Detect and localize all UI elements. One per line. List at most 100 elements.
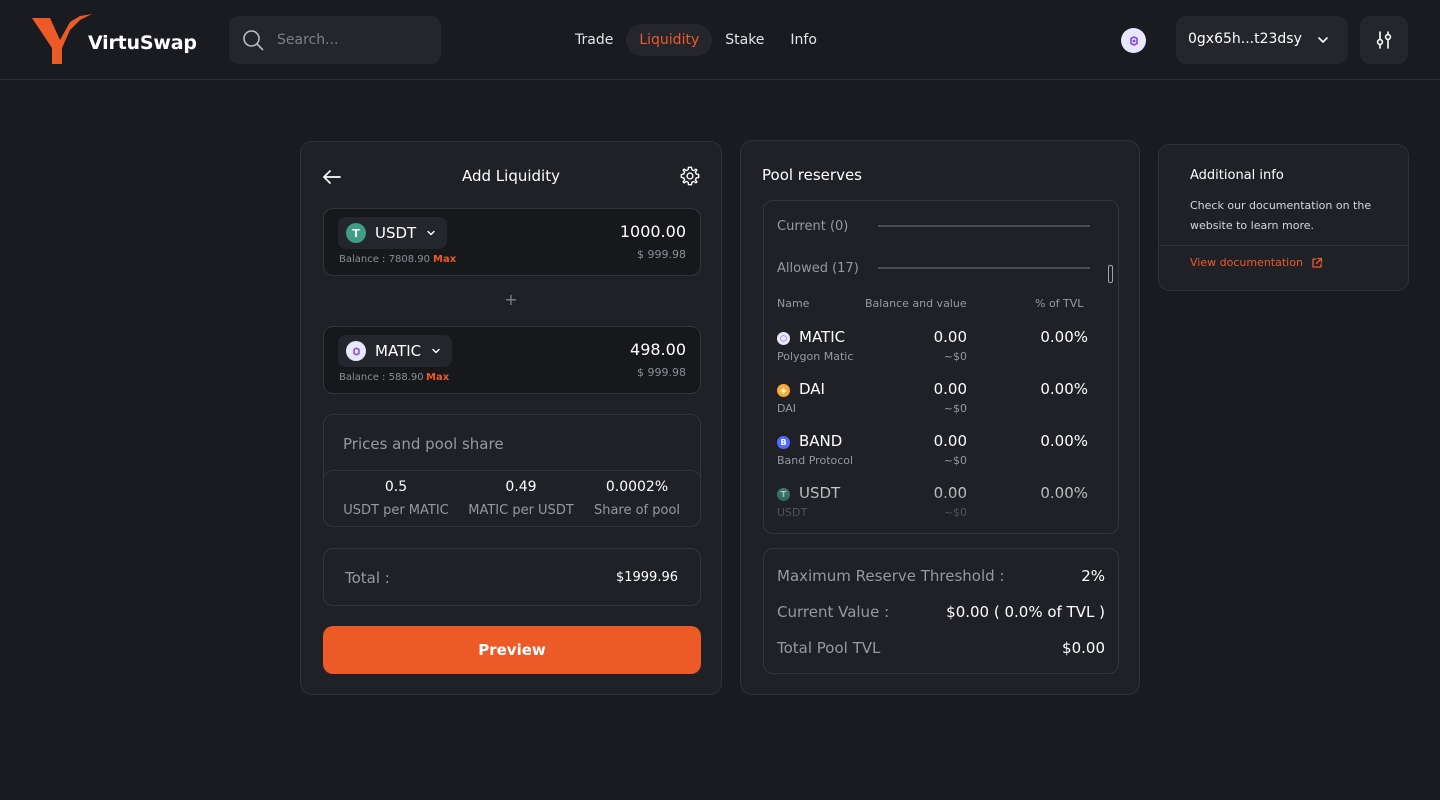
current-value: $0.00 ( 0.0% of TVL ) xyxy=(946,603,1105,621)
price-value: 0.5 xyxy=(384,479,408,495)
table-row[interactable]: T USDT USDT 0.00 ~$0 0.00% xyxy=(777,481,1107,533)
add-liquidity-title: Add Liquidity xyxy=(462,167,560,185)
token-symbol: BAND xyxy=(799,432,843,450)
total-box: Total : $1999.96 xyxy=(323,548,701,606)
price-value: 0.0002% xyxy=(605,479,669,495)
token-a-usd-value: $ 999.98 xyxy=(637,248,686,261)
price-share-of-pool: 0.0002% Share of pool xyxy=(574,479,700,518)
tvl-label: Total Pool TVL xyxy=(777,639,881,657)
token-b-balance: Balance : 588.90 xyxy=(339,372,424,383)
token-a-symbol: USDT xyxy=(375,224,417,242)
token-b-amount[interactable]: 498.00 xyxy=(630,340,686,359)
wallet-button[interactable]: 0gx65h...t23dsy xyxy=(1176,16,1348,64)
nav-info[interactable]: Info xyxy=(777,24,830,56)
token-symbol: MATIC xyxy=(799,328,846,346)
price-value: 0.49 xyxy=(505,479,537,495)
prices-title: Prices and pool share xyxy=(343,435,504,453)
token-symbol: DAI xyxy=(799,380,825,398)
threshold-label: Maximum Reserve Threshold : xyxy=(777,567,1005,585)
token-b-max-button[interactable]: Max xyxy=(426,372,449,383)
polygon-icon[interactable] xyxy=(1121,28,1146,53)
token-balance: 0.00 xyxy=(933,484,967,502)
token-a-balance: Balance : 7808.90 xyxy=(339,254,430,265)
additional-info-card: Additional info Check our documentation … xyxy=(1158,144,1409,291)
current-value-label: Current Value : xyxy=(777,603,890,621)
chevron-down-icon xyxy=(432,348,440,354)
token-name: Band Protocol xyxy=(777,454,854,467)
band-icon: B xyxy=(777,436,790,449)
token-b-symbol: MATIC xyxy=(375,342,422,360)
scrollbar-thumb[interactable] xyxy=(1108,265,1113,283)
price-usdt-per-matic: 0.5 USDT per MATIC xyxy=(333,479,459,518)
total-label: Total : xyxy=(345,569,390,587)
token-tvl-percent: 0.00% xyxy=(1040,328,1088,346)
prices-and-pool-share: Prices and pool share 0.5 USDT per MATIC… xyxy=(323,414,701,527)
token-tvl-percent: 0.00% xyxy=(1040,432,1088,450)
polygon-network-icon xyxy=(1129,35,1138,46)
nav-liquidity[interactable]: Liquidity xyxy=(626,24,713,56)
nav-trade[interactable]: Trade xyxy=(562,24,626,56)
token-tvl-percent: 0.00% xyxy=(1040,380,1088,398)
chevron-down-icon xyxy=(1318,37,1328,43)
prices-values: 0.5 USDT per MATIC 0.49 MATIC per USDT 0… xyxy=(323,470,701,527)
allowed-bar xyxy=(878,267,1090,269)
table-row[interactable]: ◈ DAI DAI 0.00 ~$0 0.00% xyxy=(777,377,1107,429)
usdt-icon: T xyxy=(777,488,790,501)
pool-reserves-card: Pool reserves Current (0) Allowed (17) N… xyxy=(740,140,1140,695)
token-symbol: USDT xyxy=(799,484,841,502)
global-settings-button[interactable] xyxy=(1360,16,1408,64)
chevron-down-icon xyxy=(427,230,435,236)
token-b-input-box: MATIC Balance : 588.90 Max 498.00 $ 999.… xyxy=(323,326,701,394)
token-a-amount[interactable]: 1000.00 xyxy=(620,222,686,241)
current-count: Current (0) xyxy=(777,219,849,234)
nav-stake[interactable]: Stake xyxy=(712,24,777,56)
column-percent-of-tvl: % of TVL xyxy=(1035,297,1084,310)
token-b-select[interactable]: MATIC xyxy=(338,335,453,367)
plus-separator: + xyxy=(504,290,518,309)
matic-icon xyxy=(346,341,366,361)
search-icon xyxy=(243,30,264,51)
main-nav: Trade Liquidity Stake Info xyxy=(562,24,830,56)
column-balance-and-value: Balance and value xyxy=(865,297,967,310)
view-documentation-link[interactable]: View documentation xyxy=(1190,256,1323,269)
token-value: ~$0 xyxy=(943,350,967,363)
token-name: USDT xyxy=(777,506,808,519)
table-row[interactable]: ⬡ MATIC Polygon Matic 0.00 ~$0 0.00% xyxy=(777,325,1107,377)
external-link-icon xyxy=(1312,257,1323,268)
price-label: USDT per MATIC xyxy=(343,503,449,518)
threshold-value: 2% xyxy=(1081,567,1105,585)
wallet-address: 0gx65h...t23dsy xyxy=(1188,31,1302,47)
column-name: Name xyxy=(777,297,810,310)
reserve-threshold-box: Maximum Reserve Threshold : 2% Current V… xyxy=(763,548,1119,674)
virtuswap-logo-icon xyxy=(32,14,92,64)
divider xyxy=(1159,245,1408,246)
allowed-count: Allowed (17) xyxy=(777,261,859,276)
additional-info-title: Additional info xyxy=(1190,168,1284,183)
pool-reserves-title: Pool reserves xyxy=(762,166,862,184)
dai-icon: ◈ xyxy=(777,384,790,397)
price-label: MATIC per USDT xyxy=(468,503,574,518)
top-bar: VirtuSwap Trade Liquidity Stake Info 0gx… xyxy=(0,0,1440,80)
search-box[interactable] xyxy=(229,16,441,64)
token-value: ~$0 xyxy=(943,402,967,415)
token-balance: 0.00 xyxy=(933,380,967,398)
token-a-max-button[interactable]: Max xyxy=(433,254,456,265)
logo[interactable]: VirtuSwap xyxy=(30,14,200,66)
price-label: Share of pool xyxy=(593,503,681,518)
matic-icon: ⬡ xyxy=(777,332,790,345)
total-value: $1999.96 xyxy=(615,570,678,585)
token-value: ~$0 xyxy=(943,506,967,519)
reserves-list[interactable]: Current (0) Allowed (17) Name Balance an… xyxy=(763,200,1119,534)
token-name: Polygon Matic xyxy=(777,350,854,363)
search-input[interactable] xyxy=(277,28,427,52)
token-a-select[interactable]: T USDT xyxy=(338,217,448,249)
token-balance: 0.00 xyxy=(933,328,967,346)
preview-button[interactable]: Preview xyxy=(323,626,701,674)
sliders-icon xyxy=(1376,31,1392,49)
view-documentation-label: View documentation xyxy=(1190,256,1303,269)
gear-icon[interactable] xyxy=(679,165,701,187)
table-row[interactable]: B BAND Band Protocol 0.00 ~$0 0.00% xyxy=(777,429,1107,481)
tvl-value: $0.00 xyxy=(1062,639,1105,657)
brand-name: VirtuSwap xyxy=(88,32,197,54)
token-b-usd-value: $ 999.98 xyxy=(637,366,686,379)
